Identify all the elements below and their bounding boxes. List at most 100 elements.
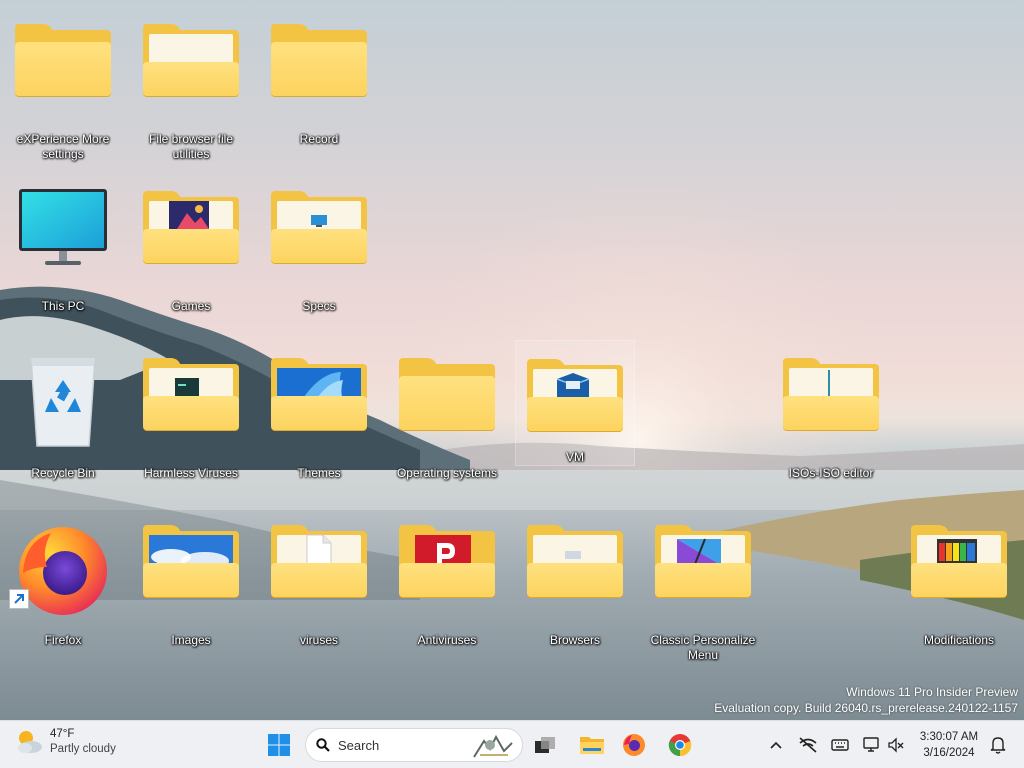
desktop-icon-label: This PC [41, 299, 85, 313]
volume-button[interactable] [884, 733, 908, 757]
desktop-icon-file-browser-file-utilities[interactable]: File browser file utilities [131, 14, 251, 174]
desktop-icon-viruses[interactable]: viruses [259, 515, 379, 675]
desktop-icon-label: Specs [302, 299, 336, 313]
taskbar-search-box[interactable] [305, 728, 523, 762]
desktop-icon-label: Games [171, 299, 211, 313]
task-view-button[interactable] [527, 727, 563, 763]
desktop-icon-label: File browser file utilities [148, 132, 234, 161]
desktop-icon-label: VM [566, 450, 584, 464]
desktop-icon-label: Antiviruses [417, 633, 477, 647]
partly-cloudy-icon [18, 731, 42, 753]
desktop-icon-label: Classic Personalize Menu [650, 633, 756, 662]
search-input[interactable] [338, 737, 458, 753]
desktop-icon-vm[interactable]: VM [515, 340, 635, 466]
desktop-icon-label: viruses [299, 633, 338, 647]
desktop-icon-isos-iso-editor[interactable]: ISOs-ISO editor [771, 348, 891, 508]
color-palette-thumbnail-icon [937, 539, 977, 565]
network-status-button[interactable] [796, 733, 820, 757]
clock-time: 3:30:07 AM [919, 731, 979, 743]
search-icon [316, 738, 330, 752]
folder-icon [395, 354, 499, 450]
desktop-icon-browsers[interactable]: Browsers [515, 515, 635, 675]
notifications-button[interactable] [986, 733, 1010, 757]
recycle-bin-icon [11, 354, 115, 450]
clock-date: 3/16/2024 [923, 747, 975, 759]
folder-icon [779, 354, 883, 450]
folder-icon [11, 20, 115, 116]
file-explorer-icon [580, 737, 604, 754]
iso-thumbnail-icon [828, 370, 830, 396]
desktop-icon-label: Operating systems [396, 466, 498, 480]
desktop-icon-themes[interactable]: Themes [259, 348, 379, 508]
desktop-icon-firefox[interactable]: Firefox [3, 515, 123, 675]
folder-icon [523, 521, 627, 617]
desktop-icon-operating-systems[interactable]: Operating systems [387, 348, 507, 508]
desktop-icon-specs[interactable]: Specs [259, 181, 379, 341]
desktop-icon-label: ISOs-ISO editor [788, 466, 874, 480]
desktop-icon-modifications[interactable]: Modifications [899, 515, 1019, 675]
volume-muted-icon [888, 737, 904, 753]
folder-icon [907, 521, 1011, 617]
folder-icon [139, 187, 243, 283]
game-thumbnail-icon [169, 201, 209, 231]
desktop-icon-record[interactable]: Record [259, 14, 379, 174]
watermark-line-1: Windows 11 Pro Insider Preview [846, 685, 1018, 699]
chevron-up-icon [770, 741, 782, 749]
network-off-icon [799, 737, 817, 753]
chrome-icon [668, 734, 692, 757]
firefox-taskbar-button[interactable] [616, 727, 652, 763]
monitor-icon [11, 187, 115, 283]
chrome-taskbar-button[interactable] [662, 727, 698, 763]
desktop-icon-classic-personalize-menu[interactable]: Classic Personalize Menu [643, 515, 763, 675]
folder-icon [651, 521, 755, 617]
desktop-icon-label: Themes [297, 466, 341, 480]
start-button[interactable] [261, 727, 297, 763]
desktop-icon-this-pc[interactable]: This PC [3, 181, 123, 341]
folder-icon [395, 521, 499, 617]
display-icon [863, 737, 879, 752]
folder-icon [267, 20, 371, 116]
weather-widget[interactable]: 47°F Partly cloudy [14, 727, 116, 757]
terminal-thumbnail-icon [175, 378, 199, 396]
file-explorer-button[interactable] [574, 727, 610, 763]
specs-thumbnail-icon [311, 215, 327, 227]
desktop-icon-label: Browsers [549, 633, 600, 647]
taskbar-clock[interactable]: 3:30:07 AM 3/16/2024 [912, 729, 986, 761]
folder-icon [139, 354, 243, 450]
firefox-icon [623, 734, 645, 756]
task-view-icon [535, 737, 555, 753]
weather-condition: Partly cloudy [50, 743, 116, 755]
folder-icon [267, 354, 371, 450]
desktop-icon-label: Images [171, 633, 211, 647]
desktop-icon-harmless-viruses[interactable]: Harmless Viruses [131, 348, 251, 508]
desktop-icon-experience-more-settings[interactable]: eXPerience More settings [3, 14, 123, 174]
input-indicator-button[interactable] [828, 733, 852, 757]
display-button[interactable] [860, 733, 884, 757]
taskbar: 47°F Partly cloudy Search 3:30:07 AM 3/1… [0, 720, 1024, 768]
desktop[interactable]: eXPerience More settings File browser fi… [0, 0, 1024, 720]
desktop-icon-label: Harmless Viruses [144, 466, 238, 480]
search-highlight-icon [473, 734, 513, 758]
folder-icon [267, 187, 371, 283]
desktop-icon-label: Firefox [44, 633, 82, 647]
desktop-icon-label: eXPerience More settings [16, 132, 110, 161]
desktop-icon-antiviruses[interactable]: Antiviruses [387, 515, 507, 675]
keyboard-icon [831, 739, 849, 751]
desktop-icon-label: Record [299, 132, 339, 146]
bell-icon [990, 737, 1006, 754]
windows-start-icon [268, 734, 290, 756]
folder-icon [523, 355, 627, 442]
firefox-icon [9, 521, 115, 617]
desktop-icon-recycle-bin[interactable]: Recycle Bin [3, 348, 123, 508]
folder-icon [139, 521, 243, 617]
weather-temperature: 47°F [50, 728, 75, 740]
document-thumbnail-icon [306, 534, 332, 566]
folder-icon [267, 521, 371, 617]
desktop-icon-label: Recycle Bin [31, 466, 95, 480]
evaluation-watermark: Windows 11 Pro Insider Preview Evaluatio… [714, 684, 1018, 716]
show-hidden-icons-button[interactable] [764, 733, 788, 757]
desktop-icon-games[interactable]: Games [131, 181, 251, 341]
desktop-icon-label: Modifications [923, 633, 995, 647]
desktop-icon-images[interactable]: Images [131, 515, 251, 675]
folder-icon [139, 20, 243, 116]
